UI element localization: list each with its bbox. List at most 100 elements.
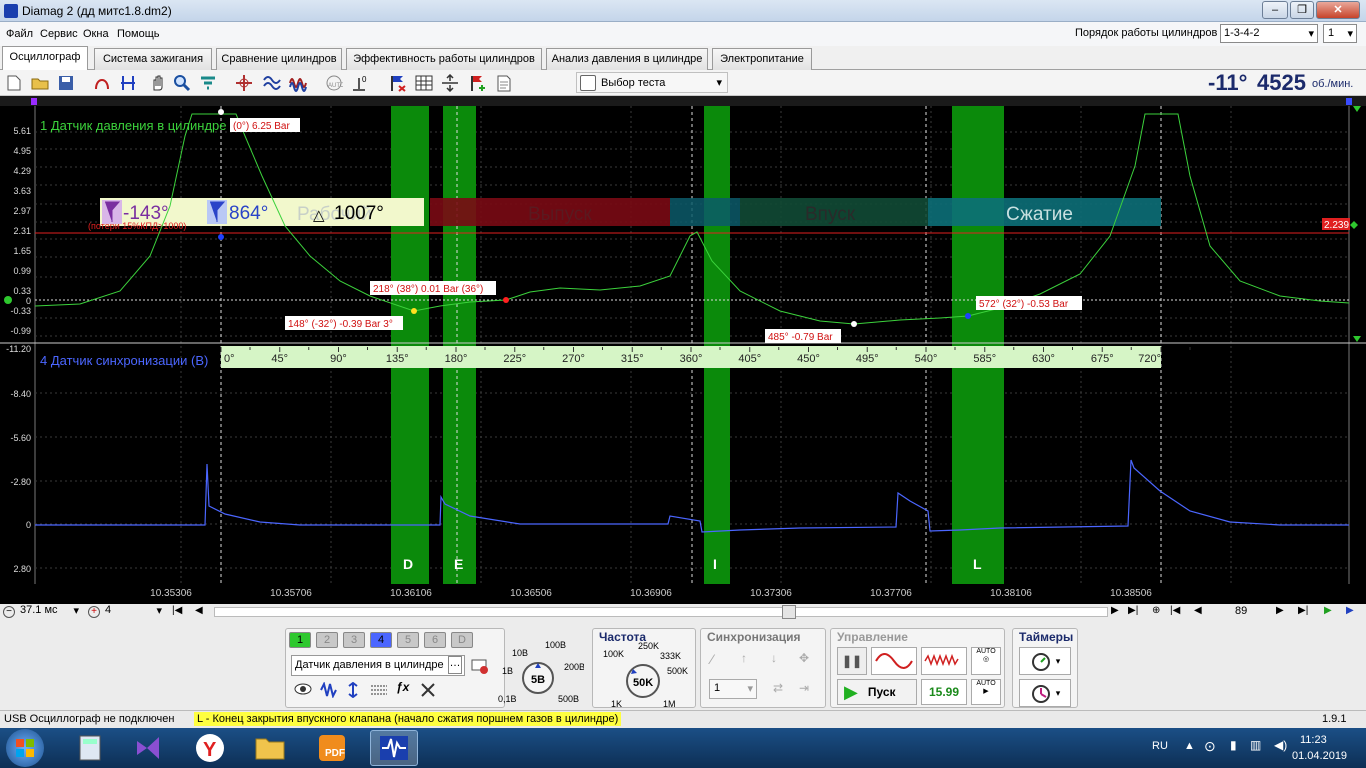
- volume-icon[interactable]: ◀): [1274, 738, 1287, 752]
- add-marker-icon[interactable]: [468, 73, 488, 93]
- ignition-probe-icon[interactable]: [92, 73, 112, 93]
- menu-help[interactable]: Помощь: [117, 28, 160, 40]
- open-folder-icon[interactable]: [30, 73, 50, 93]
- start-icon[interactable]: [6, 729, 44, 767]
- voltage-knob[interactable]: 5В 10В 100В 200В 500В 0,1В 1В: [498, 634, 585, 708]
- zoom-out-icon[interactable]: −: [3, 606, 15, 618]
- calculator-icon[interactable]: [66, 730, 114, 766]
- channel-button-4[interactable]: 4: [370, 632, 392, 648]
- next-icon[interactable]: ▶: [1111, 605, 1119, 616]
- function-icon[interactable]: ƒx: [396, 680, 416, 698]
- notes-icon[interactable]: [494, 73, 514, 93]
- wave-compare-icon[interactable]: [288, 73, 308, 93]
- diamag-icon[interactable]: [370, 730, 418, 766]
- continuous-mode-icon[interactable]: [921, 647, 967, 675]
- close-button[interactable]: ✕: [1316, 1, 1360, 19]
- explorer-icon[interactable]: [246, 730, 294, 766]
- channel-button-5[interactable]: 5: [397, 632, 419, 648]
- scroll-down-icon[interactable]: [1353, 336, 1361, 342]
- channel-select[interactable]: 4 ▾: [103, 604, 165, 619]
- lines-icon[interactable]: [370, 682, 390, 700]
- play-icon[interactable]: ▶: [1324, 605, 1332, 616]
- minimize-button[interactable]: –: [1262, 1, 1288, 19]
- wave-overlay-icon[interactable]: [262, 73, 282, 93]
- tab-cylinder-compare[interactable]: Сравнение цилиндров: [216, 48, 342, 70]
- vertical-split-icon[interactable]: [440, 73, 460, 93]
- maximize-button[interactable]: ❐: [1290, 1, 1314, 19]
- channel-button-2[interactable]: 2: [316, 632, 338, 648]
- sync-arrows-icon[interactable]: ⇄: [773, 681, 783, 695]
- scale-arrows-icon[interactable]: [344, 681, 364, 700]
- menu-service[interactable]: Сервис: [40, 28, 78, 40]
- frame-next-icon[interactable]: ▶: [1276, 605, 1284, 616]
- threshold-handle-icon[interactable]: [1350, 221, 1358, 229]
- visual-studio-icon[interactable]: [124, 730, 172, 766]
- scroll-up-icon[interactable]: [1353, 106, 1361, 112]
- pause-icon[interactable]: ❚❚: [837, 647, 867, 675]
- eye-icon[interactable]: [294, 682, 314, 700]
- play-forward-icon[interactable]: ▶: [1346, 605, 1354, 616]
- start-button[interactable]: ▶ Пуск: [837, 679, 917, 705]
- filter-icon[interactable]: [198, 73, 218, 93]
- waveform-style-icon[interactable]: [320, 681, 340, 700]
- auto-start-icon[interactable]: AUTO ▶: [971, 679, 1001, 705]
- tab-cylinder-efficiency[interactable]: Эффективность работы цилиндров: [346, 48, 542, 70]
- channel-name-field[interactable]: Датчик давления в цилиндре…: [291, 655, 465, 676]
- help-icon[interactable]: ⊙: [1204, 738, 1216, 755]
- sync-step-up-icon[interactable]: ↑: [741, 651, 747, 665]
- hand-pan-icon[interactable]: [148, 73, 168, 93]
- auto-icon[interactable]: AUTO: [324, 73, 344, 93]
- scroll-track[interactable]: [214, 607, 1108, 617]
- frame-last-icon[interactable]: ▶|: [1298, 605, 1308, 616]
- scroll-thumb[interactable]: [782, 605, 796, 619]
- frame-first-icon[interactable]: |◀: [1170, 605, 1180, 616]
- cylinder-select[interactable]: 1 ▾: [1323, 24, 1357, 43]
- tab-pressure-analysis[interactable]: Анализ давления в цилиндре: [546, 48, 708, 70]
- test-select[interactable]: Выбор теста ▾: [576, 72, 728, 93]
- timer-stopwatch-icon[interactable]: ▾: [1019, 647, 1071, 675]
- sync-merge-icon[interactable]: ⇥: [799, 681, 809, 695]
- channel-button-1[interactable]: 1: [289, 632, 311, 648]
- pdf-reader-icon[interactable]: PDF: [308, 730, 356, 766]
- tools-icon[interactable]: [420, 682, 440, 700]
- firing-order-select[interactable]: 1-3-4-2 ▾: [1220, 24, 1318, 43]
- battery-icon[interactable]: ▮: [1230, 738, 1237, 752]
- first-frame-icon[interactable]: |◀: [172, 605, 182, 616]
- crosshair-icon[interactable]: [234, 73, 254, 93]
- single-mode-icon[interactable]: [871, 647, 917, 675]
- zero-offset-icon[interactable]: 0: [350, 73, 370, 93]
- zoom-in-icon[interactable]: +: [88, 606, 100, 618]
- sync-step-down-icon[interactable]: ↓: [771, 651, 777, 665]
- scope-canvas[interactable]: 5.614.954.293.632.972.311.650.990.330-0.…: [0, 96, 1366, 604]
- channel4-marker-icon[interactable]: [1346, 98, 1352, 105]
- cursor-measure-icon[interactable]: [118, 73, 138, 93]
- new-file-icon[interactable]: [4, 73, 24, 93]
- marker-flag-icon[interactable]: [388, 73, 408, 93]
- timer-clock-icon[interactable]: ▾: [1019, 679, 1071, 707]
- last-frame-icon[interactable]: ▶|: [1128, 605, 1138, 616]
- sync-manual-icon[interactable]: ✥: [799, 651, 809, 665]
- save-icon[interactable]: [56, 73, 76, 93]
- tray-expand-icon[interactable]: ▲: [1184, 740, 1195, 752]
- frame-prev-icon[interactable]: ◀: [1194, 605, 1202, 616]
- frequency-knob[interactable]: 50K 100K 250K 333K 500K 1K 1M: [593, 641, 697, 709]
- grid-icon[interactable]: [414, 73, 434, 93]
- yandex-browser-icon[interactable]: Y: [186, 730, 234, 766]
- menu-file[interactable]: Файл: [6, 28, 33, 40]
- sync-channel-select[interactable]: 1 ▾: [709, 679, 757, 699]
- channel-button-6[interactable]: 6: [424, 632, 446, 648]
- network-icon[interactable]: ▥: [1250, 738, 1261, 752]
- tab-oscilloscope[interactable]: Осциллограф: [2, 46, 88, 71]
- channel-button-d[interactable]: D: [451, 632, 473, 648]
- language-indicator[interactable]: RU: [1152, 740, 1168, 752]
- channel-button-3[interactable]: 3: [343, 632, 365, 648]
- timebase-select[interactable]: 37.1 мс ▾: [18, 604, 82, 619]
- add-frame-icon[interactable]: ⊕: [1152, 605, 1160, 616]
- channel-settings-icon[interactable]: [470, 656, 492, 676]
- tab-power[interactable]: Электропитание: [712, 48, 812, 70]
- oscilloscope-display[interactable]: 5.61 4.95 4.29 3.63 2.97 2.31 1.65 0.99 0.33 0 -0.…: [0, 96, 1366, 604]
- auto-mode-icon[interactable]: AUTO ◎: [971, 647, 1001, 675]
- channel1-marker-icon[interactable]: [31, 98, 37, 105]
- menu-windows[interactable]: Окна: [83, 28, 109, 40]
- zoom-icon[interactable]: [172, 73, 192, 93]
